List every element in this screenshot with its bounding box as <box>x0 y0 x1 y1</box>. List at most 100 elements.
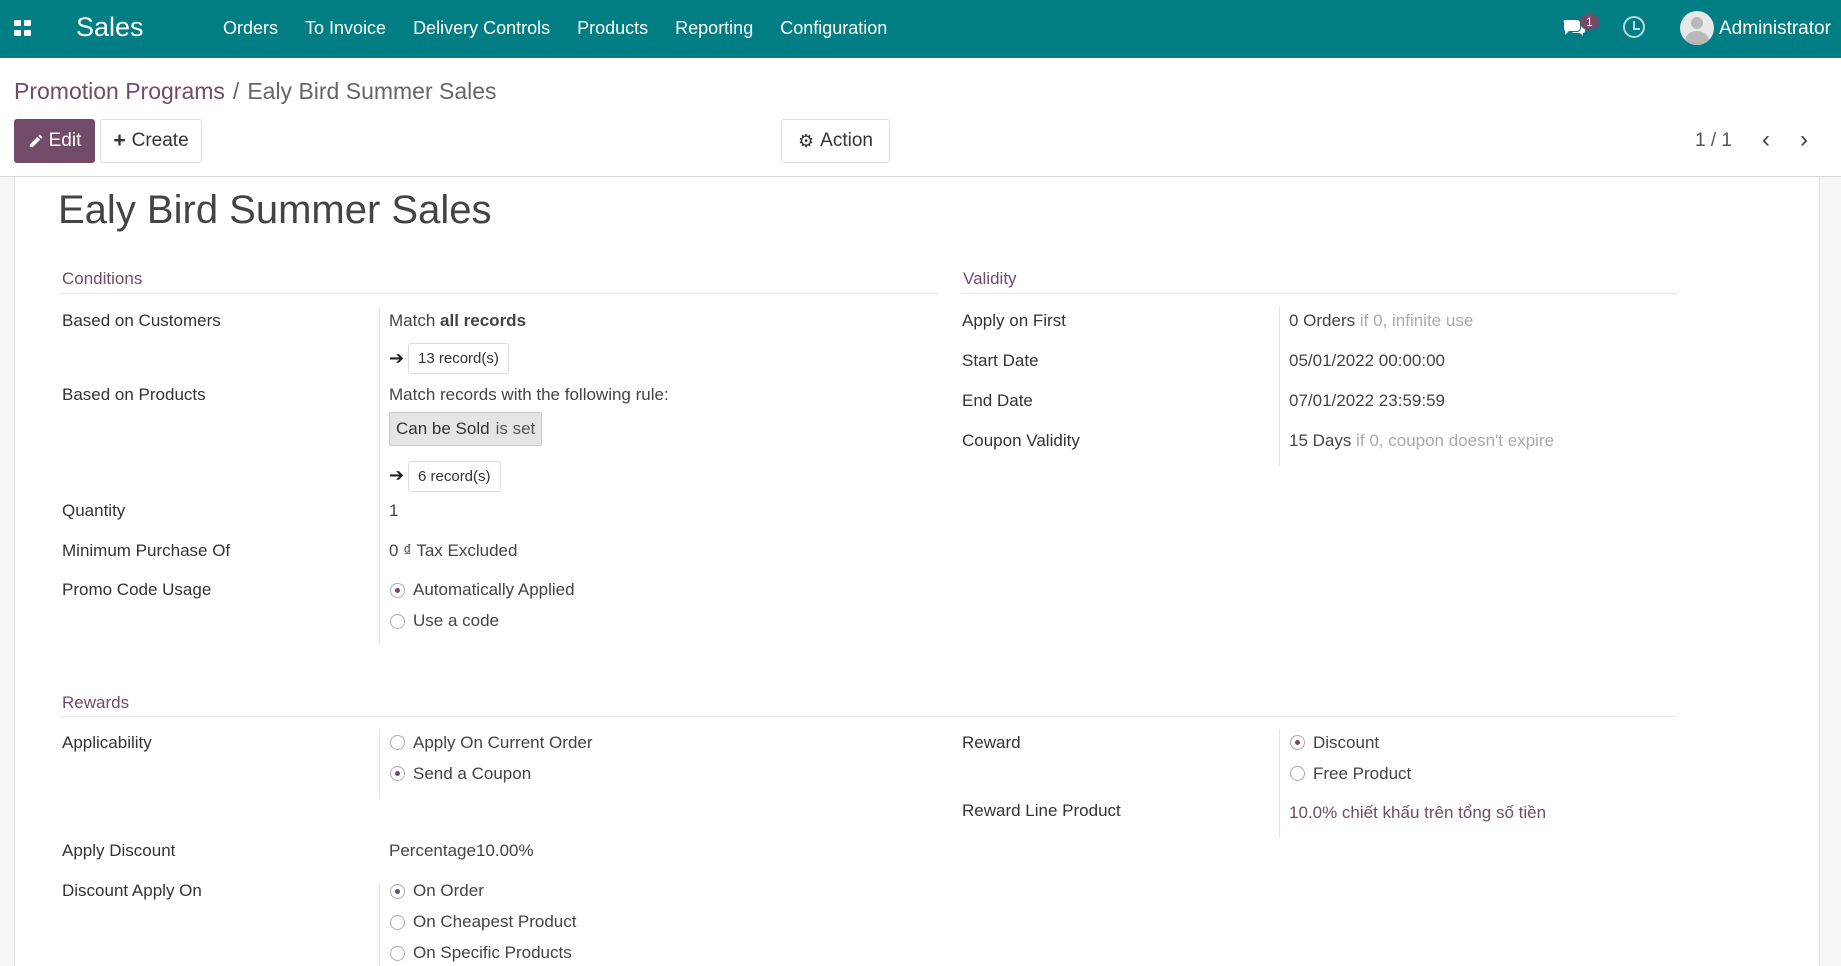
quantity-value: 1 <box>389 501 399 520</box>
field-divider <box>379 882 380 966</box>
app-name[interactable]: Sales <box>76 12 144 43</box>
apply-discount-value: Percentage10.00% <box>389 841 534 860</box>
option-free-product[interactable]: Free Product <box>1313 764 1411 784</box>
control-panel: Promotion Programs / Ealy Bird Summer Sale… <box>0 58 1841 177</box>
option-use-a-code[interactable]: Use a code <box>413 611 499 631</box>
radio-on-order[interactable] <box>390 884 405 899</box>
user-name[interactable]: Administrator <box>1719 18 1831 40</box>
section-conditions: Conditions <box>62 269 143 288</box>
apply-discount-label: Apply Discount <box>62 841 176 860</box>
menu-reporting[interactable]: Reporting <box>675 18 753 39</box>
create-button-label: Create <box>131 130 189 151</box>
section-divider <box>961 293 1677 294</box>
radio-discount[interactable] <box>1290 735 1305 750</box>
field-divider <box>379 729 380 799</box>
field-divider <box>379 306 380 646</box>
reward-line-product-label: Reward Line Product <box>962 801 1121 820</box>
match-all-records: all records <box>440 311 527 330</box>
match-prefix: Match <box>389 311 441 330</box>
action-button[interactable]: ⚙ Action <box>781 119 890 163</box>
edit-button-label: Edit <box>48 130 82 151</box>
menu-to-invoice[interactable]: To Invoice <box>305 18 386 39</box>
end-date-value: 07/01/2022 23:59:59 <box>1289 391 1445 410</box>
radio-send-a-coupon[interactable] <box>390 766 405 781</box>
rule-operator: is set <box>495 419 536 438</box>
menu-delivery-controls[interactable]: Delivery Controls <box>413 18 550 39</box>
menu-configuration[interactable]: Configuration <box>780 18 887 39</box>
user-avatar[interactable] <box>1680 11 1714 45</box>
products-records-button[interactable]: 6 record(s) <box>408 461 501 492</box>
coupon-validity-label: Coupon Validity <box>962 431 1080 450</box>
record-title: Ealy Bird Summer Sales <box>58 188 492 232</box>
radio-on-cheapest-product[interactable] <box>390 915 405 930</box>
option-on-cheapest-product[interactable]: On Cheapest Product <box>413 912 576 932</box>
breadcrumb-current: Ealy Bird Summer Sales <box>247 78 497 104</box>
products-match-text: Match records with the following rule: <box>389 385 669 404</box>
breadcrumb: Promotion Programs / Ealy Bird Summer Sale… <box>14 78 497 105</box>
radio-use-a-code[interactable] <box>390 614 405 629</box>
menu-orders[interactable]: Orders <box>223 18 278 39</box>
option-discount[interactable]: Discount <box>1313 733 1379 753</box>
products-domain-rule[interactable]: Can be Sold is set <box>389 412 543 446</box>
coupon-validity-hint: if 0, coupon doesn't expire <box>1356 431 1555 450</box>
start-date-value: 05/01/2022 00:00:00 <box>1289 351 1445 370</box>
option-on-order[interactable]: On Order <box>413 881 484 901</box>
radio-free-product[interactable] <box>1290 766 1305 781</box>
based-on-customers-label: Based on Customers <box>62 311 221 330</box>
promo-code-usage-label: Promo Code Usage <box>62 580 212 599</box>
based-on-products-label: Based on Products <box>62 385 206 404</box>
field-divider <box>1279 306 1280 466</box>
main-menu: Orders To Invoice Delivery Controls Prod… <box>223 18 887 39</box>
section-divider <box>60 716 1677 717</box>
option-automatically-applied[interactable]: Automatically Applied <box>413 580 575 600</box>
apps-menu-icon[interactable] <box>14 20 32 36</box>
option-apply-on-current-order[interactable]: Apply On Current Order <box>413 733 593 753</box>
arrow-right-icon: ➔ <box>389 465 405 485</box>
option-send-a-coupon[interactable]: Send a Coupon <box>413 764 531 784</box>
top-navbar: Sales Orders To Invoice Delivery Control… <box>0 0 1841 58</box>
minimum-purchase-label: Minimum Purchase Of <box>62 541 231 560</box>
minimum-purchase-value: 0 ₫ Tax Excluded <box>389 541 517 561</box>
discount-apply-on-label: Discount Apply On <box>62 881 202 900</box>
start-date-label: Start Date <box>962 351 1039 370</box>
gear-icon: ⚙ <box>798 130 815 151</box>
activity-clock-icon[interactable] <box>1623 16 1645 38</box>
action-button-label: Action <box>820 130 873 151</box>
end-date-label: End Date <box>962 391 1033 410</box>
apply-on-first-orders: 0 Orders <box>1289 311 1356 330</box>
edit-button[interactable]: Edit <box>14 119 95 163</box>
reward-line-product-link[interactable]: 10.0% chiết khấu trên tổng số tiền <box>1289 803 1546 823</box>
form-sheet <box>14 177 1820 966</box>
arrow-right-icon: ➔ <box>389 348 405 368</box>
create-button[interactable]: + Create <box>100 119 202 163</box>
radio-apply-on-current-order[interactable] <box>390 735 405 750</box>
based-on-customers-value: Match all records <box>389 311 526 331</box>
apply-on-first-value: 0 Orders if 0, infinite use <box>1289 311 1473 331</box>
applicability-label: Applicability <box>62 733 152 752</box>
section-divider <box>60 293 938 294</box>
reward-label: Reward <box>962 733 1021 752</box>
chat-count-badge: 1 <box>1580 14 1599 30</box>
breadcrumb-separator: / <box>232 78 240 104</box>
breadcrumb-parent[interactable]: Promotion Programs <box>14 78 225 104</box>
minimum-purchase-tax: Tax Excluded <box>416 541 518 560</box>
section-rewards: Rewards <box>62 693 130 712</box>
field-divider <box>1279 729 1280 838</box>
apply-on-first-hint: if 0, infinite use <box>1359 311 1474 330</box>
section-validity: Validity <box>963 269 1017 288</box>
coupon-validity-value: 15 Days if 0, coupon doesn't expire <box>1289 431 1554 451</box>
pencil-icon <box>29 133 43 147</box>
plus-icon: + <box>113 129 126 152</box>
menu-products[interactable]: Products <box>577 18 648 39</box>
pager-value[interactable]: 1 / 1 <box>1695 130 1732 152</box>
coupon-validity-days: 15 Days <box>1289 431 1352 450</box>
radio-automatically-applied[interactable] <box>390 583 405 598</box>
pager-previous-icon[interactable]: ‹ <box>1762 128 1770 152</box>
rule-field: Can be Sold <box>396 419 490 438</box>
quantity-label: Quantity <box>62 501 126 520</box>
customers-records-button[interactable]: 13 record(s) <box>408 343 509 374</box>
pager-next-icon[interactable]: › <box>1800 128 1808 152</box>
minimum-purchase-amount: 0 ₫ <box>389 541 412 560</box>
option-on-specific-products[interactable]: On Specific Products <box>413 943 572 963</box>
radio-on-specific-products[interactable] <box>390 946 405 961</box>
